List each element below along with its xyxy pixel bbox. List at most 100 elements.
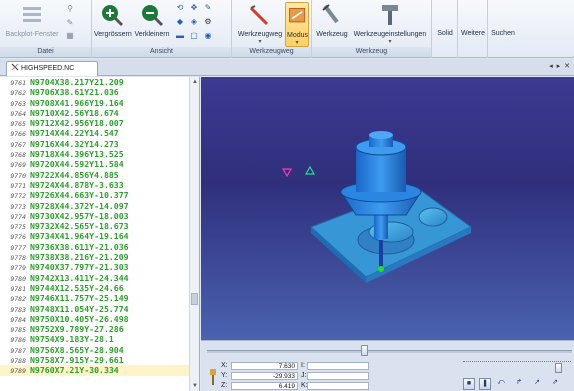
step-back-button[interactable]: ⤺ [495, 378, 507, 390]
mode-icon [289, 7, 306, 23]
code-line[interactable]: 9763 N9708X41.966Y19.164 [0, 98, 190, 108]
nc-block: N9718X44.396Y13.525 [30, 149, 124, 160]
nc-block: N9754X9.183Y-28.1 [30, 334, 114, 345]
nc-block: N9728X44.372Y-14.097 [30, 200, 129, 211]
werkzeugweg-button[interactable]: Werkzeugweg ▾ [236, 2, 284, 45]
y-label: Y: [221, 372, 228, 379]
nc-block: N9716X44.32Y14.273 [30, 138, 119, 149]
solid-button[interactable]: Solid [434, 30, 456, 38]
nc-code-lines: 9761 N9704X38.217Y21.209 9762 N9706X38.61Y2… [0, 77, 190, 376]
code-line[interactable]: 9784 N9750X10.405Y-26.498 [0, 314, 190, 324]
scroll-down-icon[interactable]: ▼ [190, 381, 199, 391]
settings-icon[interactable]: ⚙ [202, 17, 214, 27]
nc-block: N9750X10.405Y-26.498 [30, 313, 129, 324]
probe-icon [210, 369, 216, 385]
code-line[interactable]: 9782 N9746X11.757Y-25.149 [0, 293, 190, 303]
code-line[interactable]: 9764 N9710X42.56Y18.674 [0, 108, 190, 118]
view-cube-icon[interactable]: ◆ [174, 17, 186, 27]
x-value: 7.630 [231, 362, 298, 370]
zoom-in-icon [102, 5, 124, 27]
code-line[interactable]: 9761 N9704X38.217Y21.209 [0, 77, 190, 87]
tool-small-icon[interactable]: ✎ [64, 18, 76, 28]
timeline-slider-thumb[interactable] [360, 345, 368, 356]
zoom-in-button[interactable]: Vergrössern [94, 2, 132, 39]
nc-block: N9732X42.565Y-18.673 [30, 221, 129, 232]
werkzeugeinstellungen-button[interactable]: Werkzeugeinstellungen ▾ [350, 2, 430, 45]
code-line[interactable]: 9783 N9748X11.054Y-25.774 [0, 304, 190, 314]
nc-block: N9710X42.56Y18.674 [30, 107, 119, 118]
nc-block: N9712X42.956Y18.007 [30, 118, 124, 129]
rotate-icon[interactable]: ⟲ [174, 3, 186, 13]
toolpath-icon [249, 5, 269, 26]
step-forward-icon: ↗ [534, 379, 540, 386]
document-tab-strip: HIGHSPEED.NC ◂ ▸ ✕ [0, 59, 574, 76]
view-front-icon[interactable]: ▬ [174, 31, 186, 41]
nc-block: N9748X11.054Y-25.774 [30, 303, 129, 314]
weitere-button[interactable]: Weitere [460, 30, 486, 38]
code-line[interactable]: 9769 N9720X44.592Y11.584 [0, 159, 190, 169]
code-line[interactable]: 9767 N9716X44.32Y14.273 [0, 139, 190, 149]
backplot-icon [23, 7, 41, 22]
backplot-3d-view[interactable] [201, 77, 574, 340]
line-number: 9782 [10, 295, 26, 304]
zoom-out-button[interactable]: Verkleinern [133, 2, 171, 39]
code-scrollbar[interactable]: ▲ ▼ [189, 77, 199, 391]
nc-block: N9740X37.797Y-21.303 [30, 262, 129, 273]
backplot-window-button[interactable]: Backplot-Fenster [4, 2, 60, 39]
code-line[interactable]: 9765 N9712X42.956Y18.007 [0, 118, 190, 128]
code-line[interactable]: 9774 N9730X42.957Y-18.003 [0, 211, 190, 221]
code-line[interactable]: 9786 N9754X9.183Y-28.1 [0, 334, 190, 344]
nc-code-pane[interactable]: 9761 N9704X38.217Y21.209 9762 N9706X38.61Y2… [0, 77, 200, 391]
k-value [307, 382, 369, 390]
axis-marker-magenta [281, 168, 293, 178]
step-forward-button[interactable]: ↗ [531, 378, 543, 390]
code-line[interactable]: 9768 N9718X44.396Y13.525 [0, 149, 190, 159]
modus-button[interactable]: Modus ▾ [285, 2, 309, 47]
code-line[interactable]: 9773 N9728X44.372Y-14.097 [0, 201, 190, 211]
code-line[interactable]: 9779 N9740X37.797Y-21.303 [0, 262, 190, 272]
pause-button[interactable]: ❚ [479, 378, 491, 390]
code-line[interactable]: 9787 N9756X8.565Y-28.904 [0, 345, 190, 355]
code-line[interactable]: 9777 N9736X38.611Y-21.036 [0, 242, 190, 252]
code-line[interactable]: 9778 N9738X38.216Y-21.209 [0, 252, 190, 262]
timeline-slider[interactable] [207, 350, 572, 353]
machined-part-render [281, 131, 472, 283]
code-line[interactable]: 9785 N9752X9.789Y-27.286 [0, 324, 190, 334]
code-line[interactable]: 9788 N9758X7.915Y-29.661 [0, 355, 190, 365]
werkzeug-button[interactable]: Werkzeug [315, 2, 349, 39]
stop-icon: ■ [466, 380, 472, 387]
speed-slider[interactable] [463, 358, 571, 362]
code-line[interactable]: 9776 N9734X41.964Y-19.164 [0, 231, 190, 241]
view-iso-icon[interactable]: ◈ [188, 17, 200, 27]
stop-button[interactable]: ■ [463, 378, 475, 390]
grid-small-icon[interactable]: ▦ [64, 31, 76, 41]
view-fit-icon[interactable]: ▢ [188, 31, 200, 41]
nc-block: N9720X44.592Y11.584 [30, 159, 124, 170]
ribbon: Backplot-Fenster ⚲ ✎ ▦ Datei Vergrössern… [0, 0, 574, 58]
code-line[interactable]: 9780 N9742X13.411Y-24.344 [0, 273, 190, 283]
filter-icon[interactable]: ⚲ [64, 4, 76, 14]
pan-icon[interactable]: ✥ [188, 3, 200, 13]
code-line[interactable]: 9789 N9760X7.21Y-30.334 [0, 365, 190, 376]
code-line[interactable]: 9772 N9726X44.663Y-10.377 [0, 190, 190, 200]
pen-icon[interactable]: ✎ [202, 3, 214, 13]
group-label-werkzeug: Werkzeug [312, 47, 431, 57]
view-shade-icon[interactable]: ◉ [202, 31, 214, 41]
speed-slider-thumb[interactable] [554, 363, 562, 373]
scroll-up-icon[interactable]: ▲ [190, 77, 199, 87]
scroll-thumb[interactable] [191, 293, 198, 305]
nc-block: N9746X11.757Y-25.149 [30, 293, 129, 304]
code-line[interactable]: 9766 N9714X44.22Y14.547 [0, 128, 190, 138]
code-line[interactable]: 9770 N9722X44.856Y4.885 [0, 170, 190, 180]
step-button[interactable]: ↱ [513, 378, 525, 390]
code-line[interactable]: 9775 N9732X42.565Y-18.673 [0, 221, 190, 231]
tab-controls[interactable]: ◂ ▸ ✕ [549, 62, 571, 70]
tab-label: HIGHSPEED.NC [21, 65, 75, 72]
suchen-button[interactable]: Suchen [490, 30, 516, 38]
code-line[interactable]: 9771 N9724X44.878Y-3.633 [0, 180, 190, 190]
code-line[interactable]: 9762 N9706X38.61Y21.036 [0, 87, 190, 97]
code-line[interactable]: 9781 N9744X12.535Y-24.66 [0, 283, 190, 293]
tab-highspeed-nc[interactable]: HIGHSPEED.NC [6, 61, 98, 76]
fast-forward-button[interactable]: ⇗ [549, 378, 561, 390]
nc-block: N9760X7.21Y-30.334 [30, 365, 119, 376]
